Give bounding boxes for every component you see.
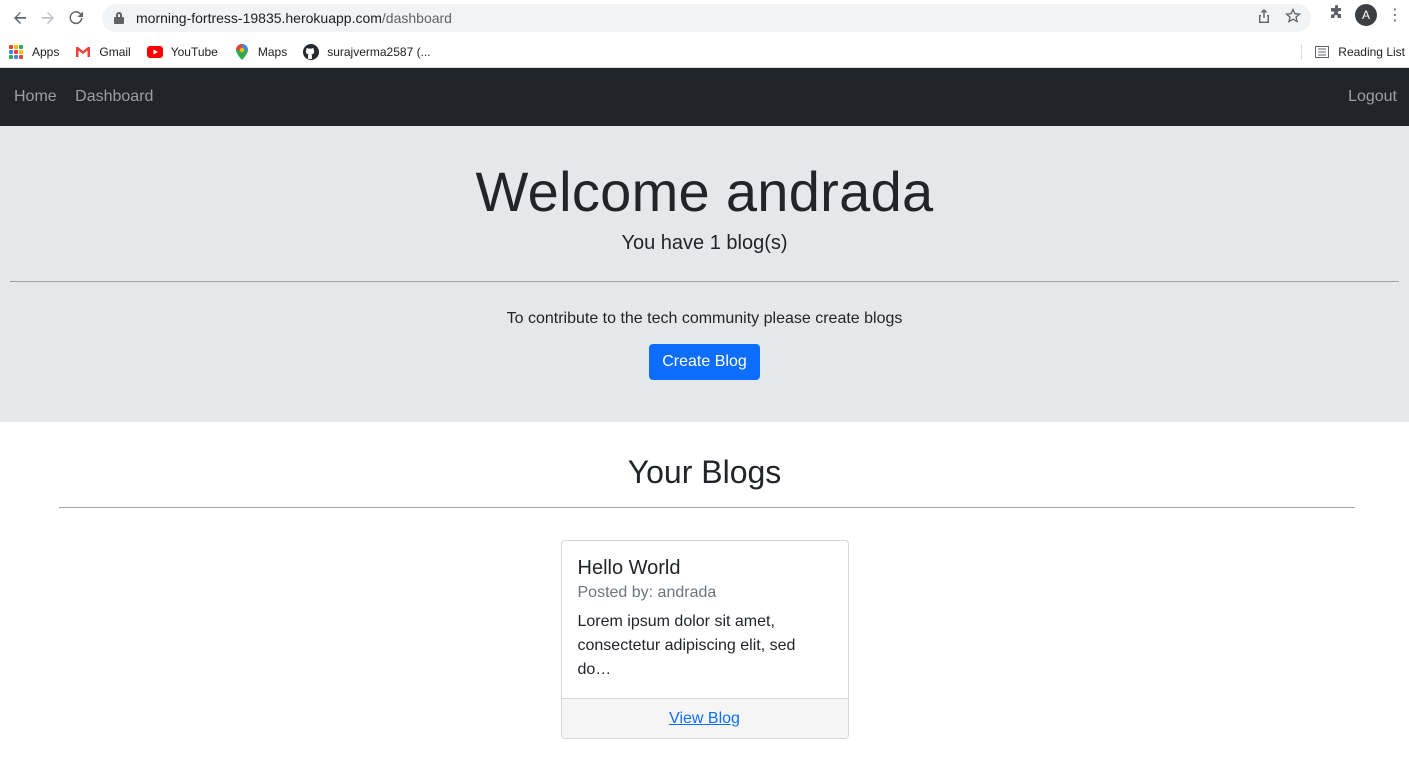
bookmark-label: Gmail xyxy=(99,44,131,59)
bookmark-apps[interactable]: Apps xyxy=(8,44,59,60)
welcome-title: Welcome andrada xyxy=(475,160,934,223)
create-blog-button[interactable]: Create Blog xyxy=(649,344,760,380)
address-bar[interactable]: morning-fortress-19835.herokuapp.com/das… xyxy=(102,4,1311,32)
bookmark-gmail[interactable]: Gmail xyxy=(75,44,131,60)
gmail-icon xyxy=(75,44,91,60)
browser-toolbar: morning-fortress-19835.herokuapp.com/das… xyxy=(0,0,1409,36)
blog-count-text: You have 1 blog(s) xyxy=(621,232,788,254)
github-icon xyxy=(303,43,320,60)
blog-card-excerpt: Lorem ipsum dolor sit amet, consectetur … xyxy=(577,613,796,678)
extensions-puzzle-icon[interactable] xyxy=(1329,5,1345,25)
bookmarks-bar: Apps Gmail YouTube Maps surajverma2587 (… xyxy=(0,36,1409,68)
forward-arrow-icon[interactable] xyxy=(34,4,62,32)
bookmark-github[interactable]: surajverma2587 (... xyxy=(303,43,431,60)
contribute-text: To contribute to the tech community plea… xyxy=(506,310,903,327)
your-blogs-title: Your Blogs xyxy=(627,454,782,490)
reading-list-icon xyxy=(1314,44,1330,60)
blog-card-title: Hello World xyxy=(577,557,681,579)
reading-list-button[interactable]: Reading List xyxy=(1301,36,1405,68)
youtube-icon xyxy=(146,44,163,60)
bookmark-label: Apps xyxy=(32,44,60,59)
bookmark-label: Maps xyxy=(257,44,288,59)
maps-icon xyxy=(234,43,250,60)
reload-icon[interactable] xyxy=(62,4,90,32)
share-icon[interactable] xyxy=(1257,8,1271,27)
blog-card-author: Posted by: andrada xyxy=(577,584,717,601)
reading-list-label: Reading List xyxy=(1338,45,1405,59)
bookmark-label: YouTube xyxy=(170,44,218,59)
nav-home-link[interactable]: Home xyxy=(14,88,57,105)
blogs-divider xyxy=(59,507,1355,508)
profile-avatar[interactable]: A xyxy=(1355,4,1377,26)
welcome-jumbotron: Welcome andrada You have 1 blog(s) To co… xyxy=(0,126,1409,422)
app-navbar: Home Dashboard Logout xyxy=(0,68,1409,126)
apps-grid-icon xyxy=(8,44,24,60)
more-menu-icon[interactable]: ⋮ xyxy=(1387,5,1403,25)
bookmark-youtube[interactable]: YouTube xyxy=(146,44,218,60)
blog-card: Hello World Posted by: andrada Lorem ips… xyxy=(560,540,849,739)
back-arrow-icon[interactable] xyxy=(6,4,34,32)
view-blog-link[interactable]: View Blog xyxy=(669,710,740,728)
bookmark-label: surajverma2587 (... xyxy=(327,44,431,59)
bookmark-maps[interactable]: Maps xyxy=(234,43,288,60)
nav-dashboard-link[interactable]: Dashboard xyxy=(75,88,153,105)
lock-icon xyxy=(114,12,124,24)
url-text: morning-fortress-19835.herokuapp.com/das… xyxy=(136,10,452,26)
star-icon[interactable] xyxy=(1284,7,1302,27)
nav-logout-link[interactable]: Logout xyxy=(1348,88,1397,105)
hero-divider xyxy=(10,281,1399,282)
